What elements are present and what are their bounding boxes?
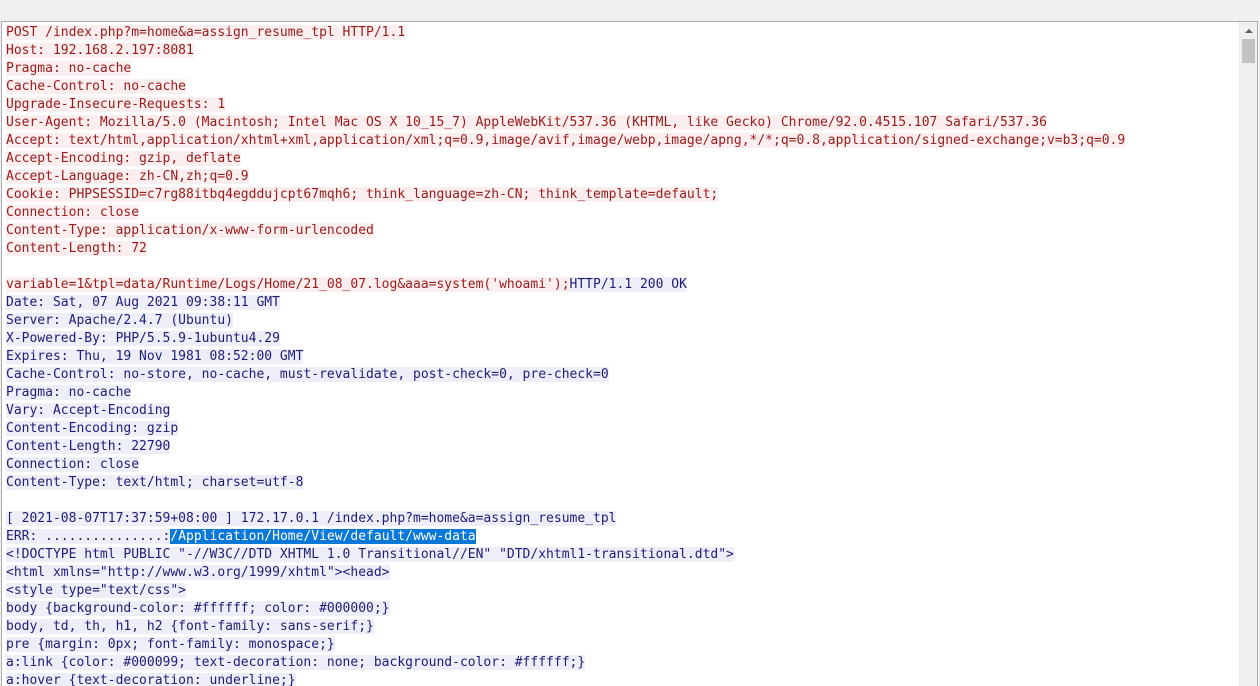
http-raw-viewer[interactable]: POST /index.php?m=home&a=assign_resume_t… [1, 21, 1258, 686]
response-header-line: Connection: close [6, 457, 140, 472]
response-body-line: <html xmlns="http://www.w3.org/1999/xhtm… [6, 565, 390, 580]
request-header-line: Connection: close [6, 205, 140, 220]
vertical-scrollbar[interactable] [1239, 22, 1257, 686]
response-header-line: Vary: Accept-Encoding [6, 403, 171, 418]
request-header-line: Pragma: no-cache [6, 61, 132, 76]
request-header-line: User-Agent: Mozilla/5.0 (Macintosh; Inte… [6, 115, 1047, 130]
request-headers-block: POST /index.php?m=home&a=assign_resume_t… [6, 24, 1240, 258]
request-header-line: Accept-Encoding: gzip, deflate [6, 151, 241, 166]
response-header-line: Pragma: no-cache [6, 385, 132, 400]
scrollbar-thumb[interactable] [1242, 39, 1255, 63]
request-header-line: Cache-Control: no-cache [6, 79, 187, 94]
response-header-line: Date: Sat, 07 Aug 2021 09:38:11 GMT [6, 295, 280, 310]
response-body-line: pre {margin: 0px; font-family: monospace… [6, 637, 335, 652]
top-toolbar-strip [0, 0, 1260, 21]
request-header-line: Content-Type: application/x-www-form-url… [6, 223, 374, 238]
response-status-line: HTTP/1.1 200 OK [569, 277, 687, 292]
response-body-block: [ 2021-08-07T17:37:59+08:00 ] 172.17.0.1… [6, 510, 1240, 686]
response-header-line: Content-Type: text/html; charset=utf-8 [6, 475, 304, 490]
request-header-line: Accept-Language: zh-CN,zh;q=0.9 [6, 169, 249, 184]
raw-text-content[interactable]: POST /index.php?m=home&a=assign_resume_t… [6, 24, 1240, 686]
err-line: ERR: ...............:/Application/Home/V… [6, 529, 476, 544]
response-header-line: X-Powered-By: PHP/5.5.9-1ubuntu4.29 [6, 331, 280, 346]
response-header-line: Content-Length: 22790 [6, 439, 171, 454]
request-header-line: Cookie: PHPSESSID=c7rg88itbq4egddujcpt67… [6, 187, 719, 202]
response-header-line: Content-Encoding: gzip [6, 421, 179, 436]
request-header-line: Content-Length: 72 [6, 241, 147, 256]
response-body-line: a:hover {text-decoration: underline;} [6, 673, 296, 686]
request-body-and-status-line: variable=1&tpl=data/Runtime/Logs/Home/21… [6, 276, 1240, 294]
request-line: POST /index.php?m=home&a=assign_resume_t… [6, 25, 406, 40]
response-body-line: body {background-color: #ffffff; color: … [6, 601, 390, 616]
response-body-line: body, td, th, h1, h2 {font-family: sans-… [6, 619, 374, 634]
request-body: variable=1&tpl=data/Runtime/Logs/Home/21… [6, 277, 570, 292]
request-header-line: Upgrade-Insecure-Requests: 1 [6, 97, 226, 112]
response-body-line: a:link {color: #000099; text-decoration:… [6, 655, 586, 670]
response-header-line: Cache-Control: no-store, no-cache, must-… [6, 367, 609, 382]
scroll-up-arrow-icon[interactable] [1240, 22, 1257, 39]
request-header-line: Accept: text/html,application/xhtml+xml,… [6, 133, 1126, 148]
response-body-line: <!DOCTYPE html PUBLIC "-//W3C//DTD XHTML… [6, 547, 734, 562]
response-body-line: <style type="text/css"> [6, 583, 187, 598]
response-header-line: Server: Apache/2.4.7 (Ubuntu) [6, 313, 233, 328]
log-line: [ 2021-08-07T17:37:59+08:00 ] 172.17.0.1… [6, 511, 617, 526]
selected-text[interactable]: /Application/Home/View/default/www-data [170, 529, 476, 544]
response-header-line: Expires: Thu, 19 Nov 1981 08:52:00 GMT [6, 349, 304, 364]
request-header-line: Host: 192.168.2.197:8081 [6, 43, 194, 58]
response-headers-block: Date: Sat, 07 Aug 2021 09:38:11 GMT Serv… [6, 294, 1240, 492]
